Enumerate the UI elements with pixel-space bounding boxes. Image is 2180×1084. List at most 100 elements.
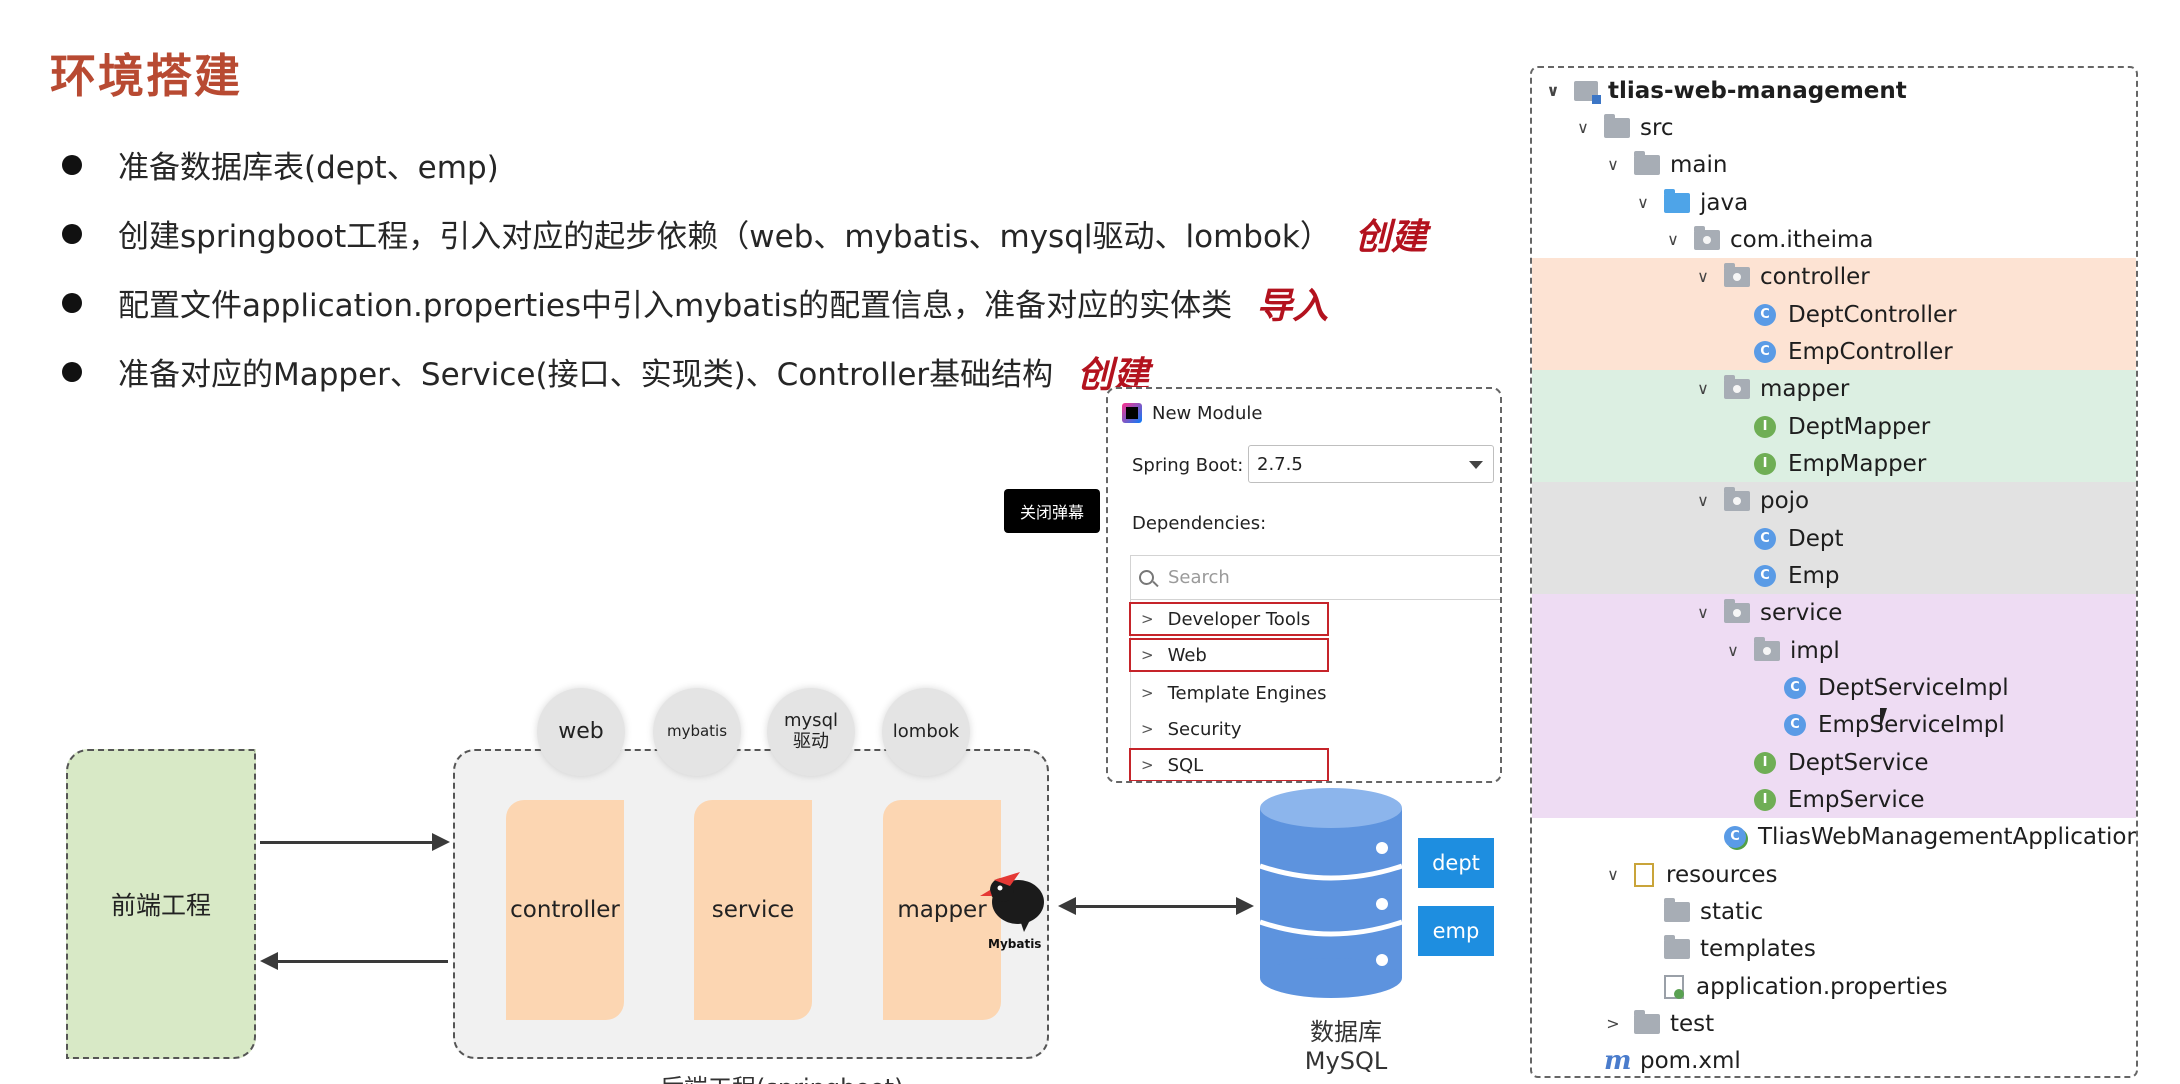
tree-item-dept[interactable]: C Dept bbox=[1722, 520, 1843, 557]
mouse-cursor-icon bbox=[1880, 708, 1887, 730]
chevron-right-icon: > bbox=[1141, 720, 1154, 738]
tree-item-service[interactable]: ∨ service bbox=[1692, 594, 1842, 631]
class-icon: C bbox=[1784, 713, 1806, 736]
bullet-dot bbox=[62, 361, 82, 382]
database-label-en: MySQL bbox=[1304, 1046, 1388, 1075]
chevron-down-icon: ∨ bbox=[1697, 603, 1709, 622]
package-icon bbox=[1694, 225, 1720, 250]
dep-group-sql[interactable]: > SQL bbox=[1129, 748, 1329, 781]
tree-item-emp[interactable]: C Emp bbox=[1722, 557, 1840, 594]
tree-label: DeptService bbox=[1788, 749, 1929, 776]
resources-folder-icon bbox=[1634, 862, 1654, 887]
chevron-down-icon: ∨ bbox=[1607, 865, 1619, 884]
chevron-down-icon: ∨ bbox=[1607, 155, 1619, 174]
chevron-down-icon: ∨ bbox=[1697, 491, 1709, 510]
class-icon: C bbox=[1754, 564, 1776, 587]
tree-item-templates[interactable]: templates bbox=[1632, 930, 1816, 967]
tree-item-pom[interactable]: m pom.xml bbox=[1572, 1042, 1741, 1076]
tree-item-emp-service-impl[interactable]: C EmpServiceImpl bbox=[1752, 706, 2005, 743]
dep-label: web bbox=[558, 719, 604, 745]
dep-group-web[interactable]: > Web bbox=[1129, 638, 1329, 672]
dependencies-panel: Search > Developer Tools > Web > Templat… bbox=[1129, 555, 1500, 781]
layer-label: mapper bbox=[897, 897, 987, 923]
tree-item-dept-service[interactable]: I DeptService bbox=[1722, 744, 1928, 781]
tree-label: src bbox=[1640, 114, 1674, 141]
tree-label: impl bbox=[1790, 637, 1840, 664]
tree-label: templates bbox=[1700, 935, 1816, 962]
tree-item-com-itheima[interactable]: ∨ com.itheima bbox=[1662, 221, 1873, 258]
frontend-label: 前端工程 bbox=[110, 891, 211, 920]
dependency-search-input[interactable]: Search bbox=[1131, 556, 1500, 600]
dep-group-security[interactable]: > Security bbox=[1131, 712, 1242, 746]
bullet-item: 创建springboot工程，引入对应的起步依赖（web、mybatis、mys… bbox=[62, 199, 1522, 268]
tree-label: DeptServiceImpl bbox=[1818, 674, 2009, 701]
chevron-down-icon: ∨ bbox=[1637, 193, 1649, 212]
tree-item-resources[interactable]: ∨ resources bbox=[1602, 856, 1777, 893]
tree-item-dept-controller[interactable]: C DeptController bbox=[1722, 296, 1957, 333]
spring-boot-version-select[interactable]: 2.7.5 bbox=[1248, 445, 1494, 483]
tree-item-dept-service-impl[interactable]: C DeptServiceImpl bbox=[1752, 669, 2009, 706]
tree-item-main[interactable]: ∨ main bbox=[1602, 146, 1727, 183]
spring-boot-app-icon: C bbox=[1724, 825, 1746, 848]
tree-item-test[interactable]: > test bbox=[1602, 1005, 1714, 1042]
dep-group-developer-tools[interactable]: > Developer Tools bbox=[1129, 602, 1329, 636]
bullet-list: 准备数据库表(dept、emp) 创建springboot工程，引入对应的起步依… bbox=[62, 130, 1522, 406]
tree-item-controller[interactable]: ∨ controller bbox=[1692, 258, 1870, 295]
bullet-text: 配置文件application.properties中引入mybatis的配置信… bbox=[118, 288, 1233, 324]
chevron-right-icon: > bbox=[1141, 646, 1154, 664]
tree-item-java[interactable]: ∨ java bbox=[1632, 184, 1748, 221]
package-icon bbox=[1724, 262, 1750, 287]
tree-item-dept-mapper[interactable]: I DeptMapper bbox=[1722, 408, 1930, 445]
dep-label: mysql 驱动 bbox=[784, 710, 838, 752]
class-icon: C bbox=[1754, 340, 1776, 363]
folder-icon bbox=[1634, 150, 1660, 175]
interface-icon: I bbox=[1754, 415, 1776, 438]
bullet-item: 准备数据库表(dept、emp) bbox=[62, 130, 1522, 199]
tree-item-static[interactable]: static bbox=[1632, 893, 1763, 930]
tree-item-application-properties[interactable]: application.properties bbox=[1632, 968, 1948, 1005]
tree-item-mapper[interactable]: ∨ mapper bbox=[1692, 370, 1849, 407]
chevron-right-icon: > bbox=[1141, 610, 1154, 628]
tree-label: main bbox=[1670, 151, 1728, 178]
controller-layer: controller bbox=[506, 800, 624, 1020]
tree-item-emp-service[interactable]: I EmpService bbox=[1722, 781, 1925, 818]
interface-icon: I bbox=[1754, 751, 1776, 774]
bullet-text: 准备数据库表(dept、emp) bbox=[118, 150, 499, 186]
dep-label: lombok bbox=[892, 720, 960, 742]
bullet-text: 创建springboot工程，引入对应的起步依赖（web、mybatis、mys… bbox=[118, 219, 1331, 255]
mybatis-logo-label: Mybatis bbox=[988, 937, 1042, 951]
bullet-text: 准备对应的Mapper、Service(接口、实现类)、Controller基础… bbox=[118, 357, 1054, 393]
dep-lombok: lombok bbox=[882, 688, 970, 776]
tree-label: DeptMapper bbox=[1788, 413, 1931, 440]
chevron-down-icon: ∨ bbox=[1577, 118, 1589, 137]
maven-icon: m bbox=[1604, 1045, 1632, 1076]
tree-item-application[interactable]: C TliasWebManagementApplication bbox=[1692, 818, 2136, 855]
dep-mybatis: mybatis bbox=[653, 688, 741, 776]
tree-item-emp-controller[interactable]: C EmpController bbox=[1722, 333, 1953, 370]
response-arrow-line bbox=[278, 960, 448, 963]
package-icon bbox=[1724, 486, 1750, 511]
chevron-right-icon: > bbox=[1141, 756, 1154, 774]
tree-item-project[interactable]: ∨ tlias-web-management bbox=[1542, 72, 1907, 109]
class-icon: C bbox=[1754, 527, 1776, 550]
tree-label: tlias-web-management bbox=[1608, 77, 1907, 104]
intellij-icon bbox=[1122, 403, 1142, 423]
close-danmaku-button[interactable]: 关闭弹幕 bbox=[1004, 489, 1100, 533]
db-table-label: emp bbox=[1432, 919, 1480, 943]
tree-label: Emp bbox=[1788, 562, 1840, 589]
module-icon bbox=[1574, 80, 1601, 104]
tree-item-src[interactable]: ∨ src bbox=[1572, 109, 1674, 146]
chevron-down-icon: ∨ bbox=[1727, 641, 1739, 660]
source-folder-icon bbox=[1664, 188, 1690, 213]
chevron-down-icon: ∨ bbox=[1697, 379, 1709, 398]
tree-item-emp-mapper[interactable]: I EmpMapper bbox=[1722, 445, 1926, 482]
tree-item-impl[interactable]: ∨ impl bbox=[1722, 632, 1840, 669]
tree-item-pojo[interactable]: ∨ pojo bbox=[1692, 482, 1809, 519]
tree-label: com.itheima bbox=[1730, 226, 1874, 253]
tree-label: static bbox=[1700, 898, 1764, 925]
interface-icon: I bbox=[1754, 788, 1776, 811]
dep-group-template-engines[interactable]: > Template Engines bbox=[1131, 676, 1327, 710]
service-layer: service bbox=[694, 800, 812, 1020]
tree-label: pom.xml bbox=[1640, 1047, 1741, 1074]
dep-group-label: Web bbox=[1167, 644, 1207, 666]
